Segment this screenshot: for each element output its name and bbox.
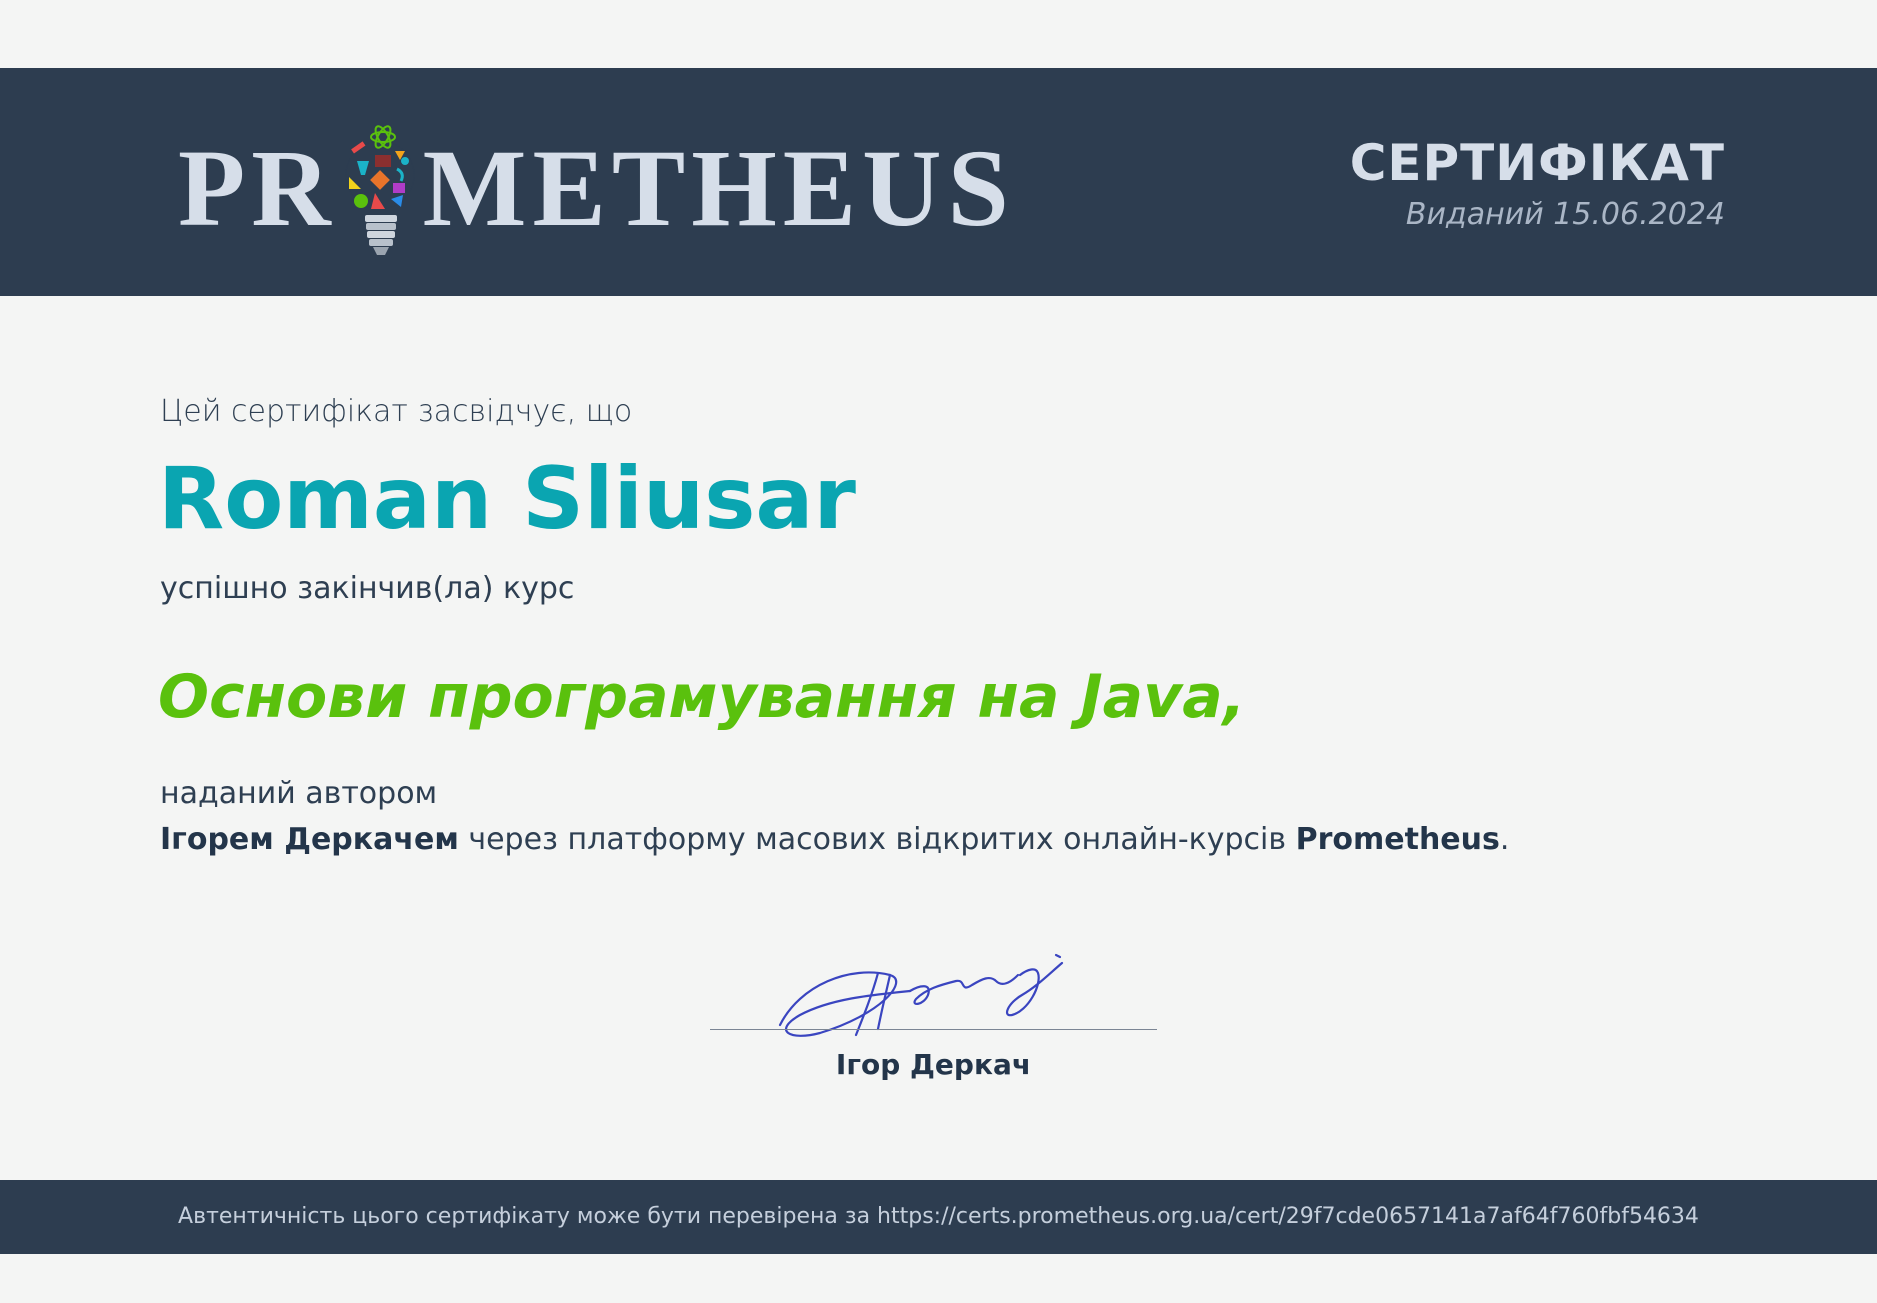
completed-text: успішно закінчив(ла) курс xyxy=(160,571,575,606)
granted-by-text: наданий автором xyxy=(160,776,438,811)
platform-text: через платформу масових відкритих онлайн… xyxy=(458,822,1296,857)
logo-text-end: METHEUS xyxy=(422,127,1015,249)
lightbulb-icon xyxy=(339,123,421,273)
footer-band: Автентичність цього сертифікату може бут… xyxy=(0,1180,1877,1254)
issue-date: Виданий 15.06.2024 xyxy=(1405,197,1725,232)
certificate-title: СЕРТИФІКАТ xyxy=(1349,134,1725,192)
logo-text-start: PR xyxy=(178,127,337,249)
signer-name: Ігор Деркач xyxy=(835,1048,1032,1081)
course-name: Основи програмування на Java, xyxy=(158,662,1246,732)
student-name: Roman Sliusar xyxy=(158,449,856,549)
verification-text: Автентичність цього сертифікату може бут… xyxy=(178,1204,1699,1229)
period: . xyxy=(1499,822,1510,857)
prometheus-logo: PR METHEUS xyxy=(178,113,1015,263)
header-band: PR METHEUS СЕРТИФІКАТ Виданий 15.06.2024 xyxy=(0,68,1877,296)
signature-line xyxy=(710,1029,1157,1030)
author-name: Ігорем Деркачем xyxy=(160,822,459,857)
handwritten-signature xyxy=(760,945,1110,1045)
certificate-heading: СЕРТИФІКАТ Виданий 15.06.2024 xyxy=(1349,134,1725,233)
platform-name: Prometheus xyxy=(1295,822,1500,857)
author-line: Ігорем Деркачем через платформу масових … xyxy=(160,822,1509,857)
intro-text: Цей сертифікат засвідчує, що xyxy=(160,394,633,429)
